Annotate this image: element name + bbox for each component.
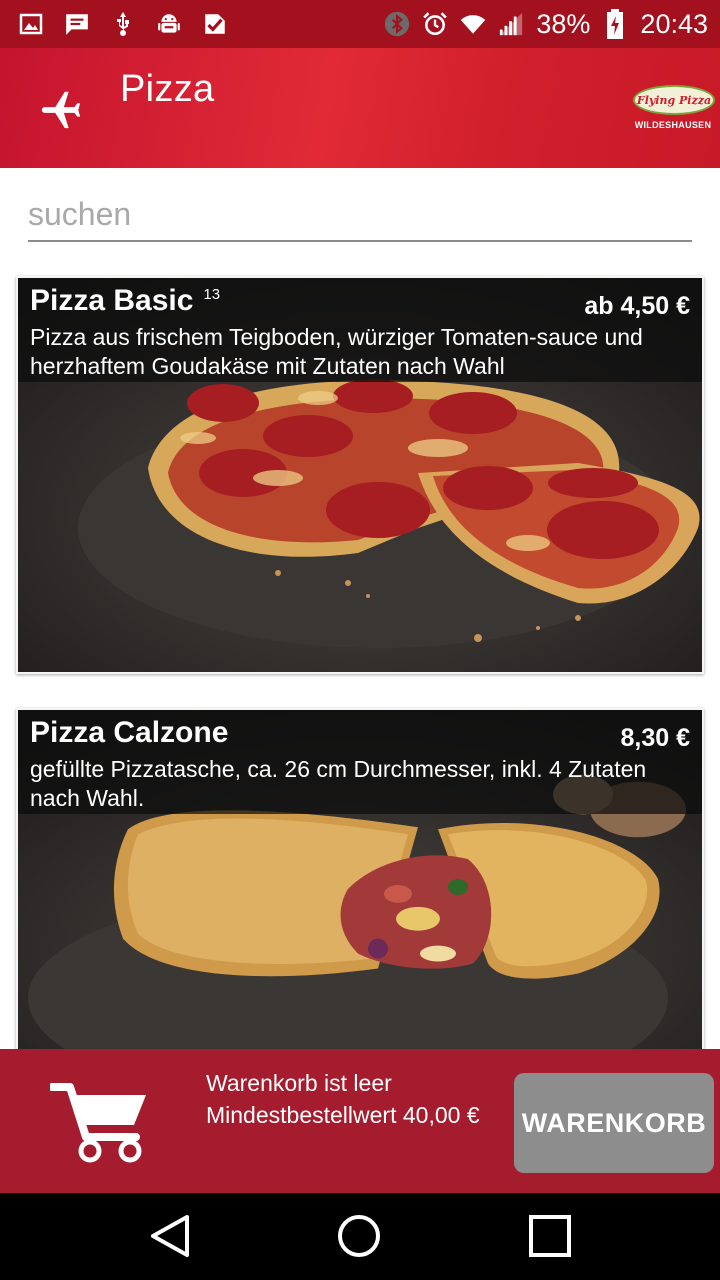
cart-bar: Warenkorb ist leer Mindestbestellwert 40…: [0, 1049, 720, 1193]
brand-logo: Flying Pizza WILDESHAUSEN: [630, 82, 716, 138]
logo-city: WILDESHAUSEN: [634, 120, 712, 130]
battery-icon: [602, 9, 628, 39]
message-icon: [64, 11, 90, 37]
search-input[interactable]: [28, 190, 692, 238]
recents-icon[interactable]: [525, 1211, 575, 1261]
shopping-cart-icon[interactable]: [48, 1081, 150, 1163]
page-title: Pizza: [120, 68, 215, 110]
android-icon: [156, 11, 182, 37]
airplane-icon[interactable]: [38, 86, 84, 132]
product-name-wrapper: Pizza Basic 13: [30, 284, 220, 318]
product-info-overlay: Pizza Calzone 8,30 € gefüllte Pizzatasch…: [18, 710, 702, 814]
product-name-wrapper: Pizza Calzone: [30, 716, 228, 750]
app-bar: Pizza Flying Pizza WILDESHAUSEN: [0, 48, 720, 168]
bluetooth-icon: [384, 11, 410, 37]
minimum-order-value: Mindestbestellwert 40,00 €: [206, 1102, 480, 1128]
product-description: Pizza aus frischem Teigboden, würziger T…: [30, 324, 643, 379]
home-icon[interactable]: [334, 1211, 384, 1261]
product-name: Pizza Calzone: [30, 716, 229, 749]
back-icon[interactable]: [145, 1211, 195, 1261]
search-field: [28, 190, 692, 242]
cart-status: Warenkorb ist leer: [206, 1070, 392, 1096]
usb-icon: [110, 11, 136, 37]
product-info-overlay: Pizza Basic 13 ab 4,50 € Pizza aus frisch…: [18, 278, 702, 382]
logo-badge: Flying Pizza: [633, 85, 715, 115]
additive-footnote: 13: [203, 286, 221, 303]
cart-summary: Warenkorb ist leer Mindestbestellwert 40…: [206, 1067, 480, 1131]
product-name: Pizza Basic: [30, 284, 194, 317]
cart-button[interactable]: WARENKORB: [514, 1073, 714, 1173]
wifi-icon: [460, 11, 486, 37]
image-icon: [18, 11, 44, 37]
task-icon: [202, 11, 228, 37]
signal-icon: [498, 11, 524, 37]
product-card-pizza-basic[interactable]: Pizza Basic 13 ab 4,50 € Pizza aus frisch…: [16, 276, 704, 674]
alarm-icon: [422, 11, 448, 37]
product-description: gefüllte Pizzatasche, ca. 26 cm Durchmes…: [30, 756, 647, 811]
navigation-bar: [0, 1193, 720, 1280]
battery-percent: 38%: [536, 8, 591, 39]
status-time: 20:43: [640, 8, 708, 39]
product-price: 8,30 €: [620, 724, 690, 752]
status-bar: 38% 20:43: [0, 0, 720, 48]
product-card-pizza-calzone[interactable]: Pizza Calzone 8,30 € gefüllte Pizzatasch…: [16, 708, 704, 1049]
product-price: ab 4,50 €: [584, 292, 690, 320]
